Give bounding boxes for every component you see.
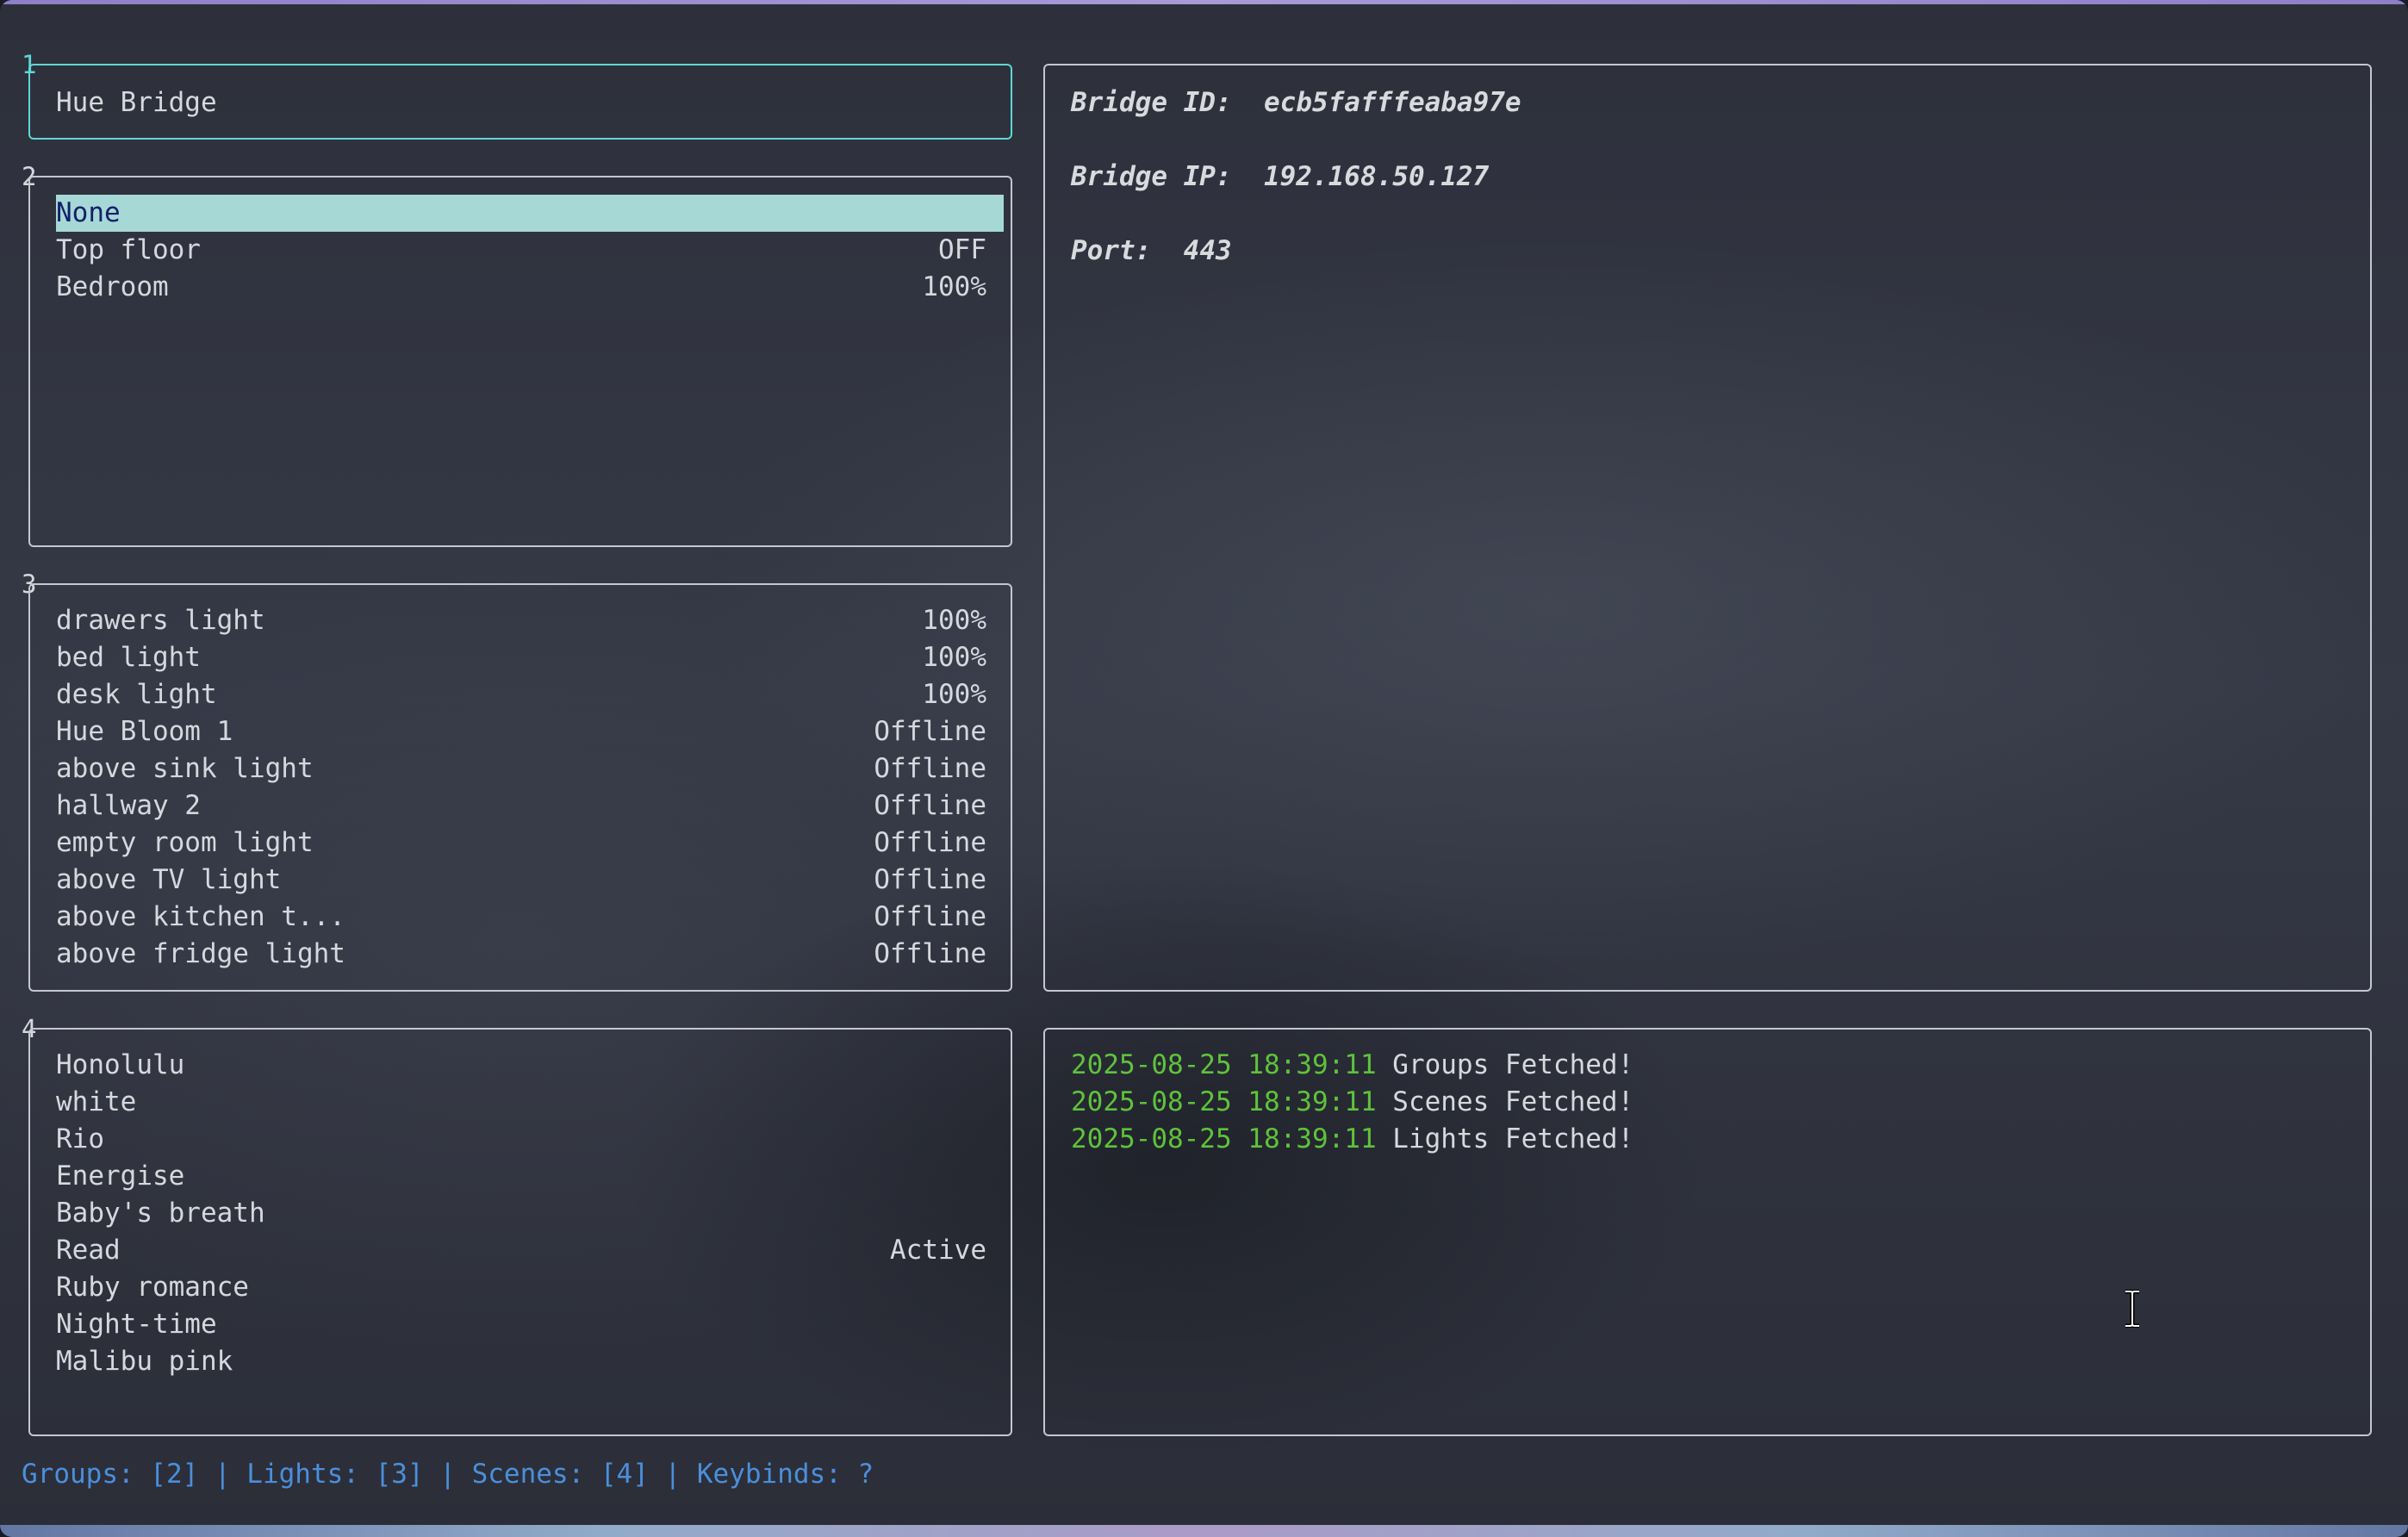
scene-item-name: Rio: [56, 1123, 104, 1154]
scene-item-name: Ruby romance: [56, 1272, 249, 1303]
light-item[interactable]: above fridge light Offline: [56, 936, 986, 973]
group-item[interactable]: None: [56, 195, 1004, 232]
scene-item[interactable]: white: [56, 1084, 986, 1121]
light-item-name: bed light: [56, 642, 201, 673]
light-item-status: 100%: [922, 679, 986, 710]
log-entry: 2025-08-25 18:39:11 Lights Fetched!: [1071, 1121, 1633, 1158]
scene-item-name: Baby's breath: [56, 1198, 265, 1229]
light-item-name: above sink light: [56, 753, 314, 784]
group-item[interactable]: Bedroom 100%: [56, 269, 986, 306]
scene-item[interactable]: Night-time: [56, 1306, 986, 1343]
light-item-status: Offline: [874, 938, 986, 969]
bridge-id-value: ecb5fafffeaba97e: [1263, 87, 1521, 118]
groups-panel[interactable]: None Top floor OFF Bedroom 100%: [28, 176, 1012, 547]
group-item-name: Top floor: [56, 234, 201, 265]
light-item-status: Offline: [874, 753, 986, 784]
bridge-id-line: Bridge ID: ecb5fafffeaba97e: [1071, 84, 1521, 121]
log-message: Groups Fetched!: [1392, 1049, 1634, 1080]
group-item-name: Bedroom: [56, 271, 169, 302]
scene-item[interactable]: Read Active: [56, 1232, 986, 1269]
light-item[interactable]: above kitchen t... Offline: [56, 899, 986, 936]
group-item-status: OFF: [938, 234, 986, 265]
light-item[interactable]: drawers light 100%: [56, 602, 986, 639]
scene-item-name: Energise: [56, 1161, 185, 1192]
light-item[interactable]: desk light 100%: [56, 676, 986, 713]
log-message: Lights Fetched!: [1392, 1123, 1634, 1154]
light-item-status: 100%: [922, 642, 986, 673]
scene-item[interactable]: Baby's breath: [56, 1195, 986, 1232]
terminal-window: 1 Hue Bridge 2 None Top floor OFF Bedroom 10…: [0, 0, 2408, 1537]
group-item[interactable]: Top floor OFF: [56, 232, 986, 269]
light-item-name: desk light: [56, 679, 217, 710]
scene-item[interactable]: Ruby romance: [56, 1269, 986, 1306]
light-item[interactable]: above sink light Offline: [56, 750, 986, 787]
light-item-name: Hue Bloom 1: [56, 716, 233, 747]
scene-item[interactable]: Honolulu: [56, 1047, 986, 1084]
light-item-name: above TV light: [56, 864, 282, 895]
log-message: Scenes Fetched!: [1392, 1086, 1634, 1117]
light-item-status: Offline: [874, 790, 986, 821]
light-item[interactable]: empty room light Offline: [56, 825, 986, 862]
bridge-title: Hue Bridge: [56, 87, 217, 118]
status-bar: Groups: [2] | Lights: [3] | Scenes: [4] …: [22, 1459, 874, 1490]
scene-item-name: Honolulu: [56, 1049, 185, 1080]
light-item-status: Offline: [874, 901, 986, 932]
lights-panel[interactable]: drawers light 100% bed light 100% desk light…: [28, 583, 1012, 992]
scene-item-status: Active: [890, 1235, 986, 1266]
group-item-name: None: [56, 197, 121, 228]
light-item[interactable]: Hue Bloom 1 Offline: [56, 713, 986, 750]
log-timestamp: 2025-08-25 18:39:11: [1071, 1086, 1377, 1117]
text-cursor-icon: [2125, 1290, 2139, 1328]
log-entry: 2025-08-25 18:39:11 Groups Fetched!: [1071, 1047, 1633, 1084]
light-item-name: above kitchen t...: [56, 901, 345, 932]
scene-item-name: white: [56, 1086, 137, 1117]
light-item-name: above fridge light: [56, 938, 345, 969]
bridge-ip-value: 192.168.50.127: [1263, 161, 1490, 192]
scene-item-name: Malibu pink: [56, 1346, 233, 1377]
light-item-status: Offline: [874, 864, 986, 895]
bridge-panel[interactable]: Hue Bridge: [28, 64, 1012, 140]
light-item-name: drawers light: [56, 605, 265, 636]
group-item-status: 100%: [922, 271, 986, 302]
scenes-panel[interactable]: Honolulu white Rio Energise Baby's breath Rea…: [28, 1028, 1012, 1436]
bridge-ip-line: Bridge IP: 192.168.50.127: [1071, 159, 1489, 196]
scene-item[interactable]: Malibu pink: [56, 1343, 986, 1380]
light-item[interactable]: above TV light Offline: [56, 862, 986, 899]
light-item-name: hallway 2: [56, 790, 201, 821]
log-entry: 2025-08-25 18:39:11 Scenes Fetched!: [1071, 1084, 1633, 1121]
light-item[interactable]: hallway 2 Offline: [56, 787, 986, 825]
port-value: 443: [1183, 235, 1232, 266]
log-timestamp: 2025-08-25 18:39:11: [1071, 1123, 1377, 1154]
port-line: Port: 443: [1071, 233, 1232, 270]
bridge-ip-label: Bridge IP:: [1071, 161, 1232, 192]
bridge-info-panel: Bridge ID: ecb5fafffeaba97e Bridge IP: 1…: [1043, 64, 2372, 992]
log-timestamp: 2025-08-25 18:39:11: [1071, 1049, 1377, 1080]
light-item-status: Offline: [874, 716, 986, 747]
scene-item[interactable]: Rio: [56, 1121, 986, 1158]
light-item-name: empty room light: [56, 827, 314, 858]
light-item[interactable]: bed light 100%: [56, 639, 986, 676]
scene-item-name: Night-time: [56, 1309, 217, 1340]
bridge-id-label: Bridge ID:: [1071, 87, 1232, 118]
scene-item[interactable]: Energise: [56, 1158, 986, 1195]
light-item-status: Offline: [874, 827, 986, 858]
light-item-status: 100%: [922, 605, 986, 636]
log-panel: 2025-08-25 18:39:11 Groups Fetched! 2025-…: [1043, 1028, 2372, 1436]
scene-item-name: Read: [56, 1235, 121, 1266]
port-label: Port:: [1071, 235, 1152, 266]
